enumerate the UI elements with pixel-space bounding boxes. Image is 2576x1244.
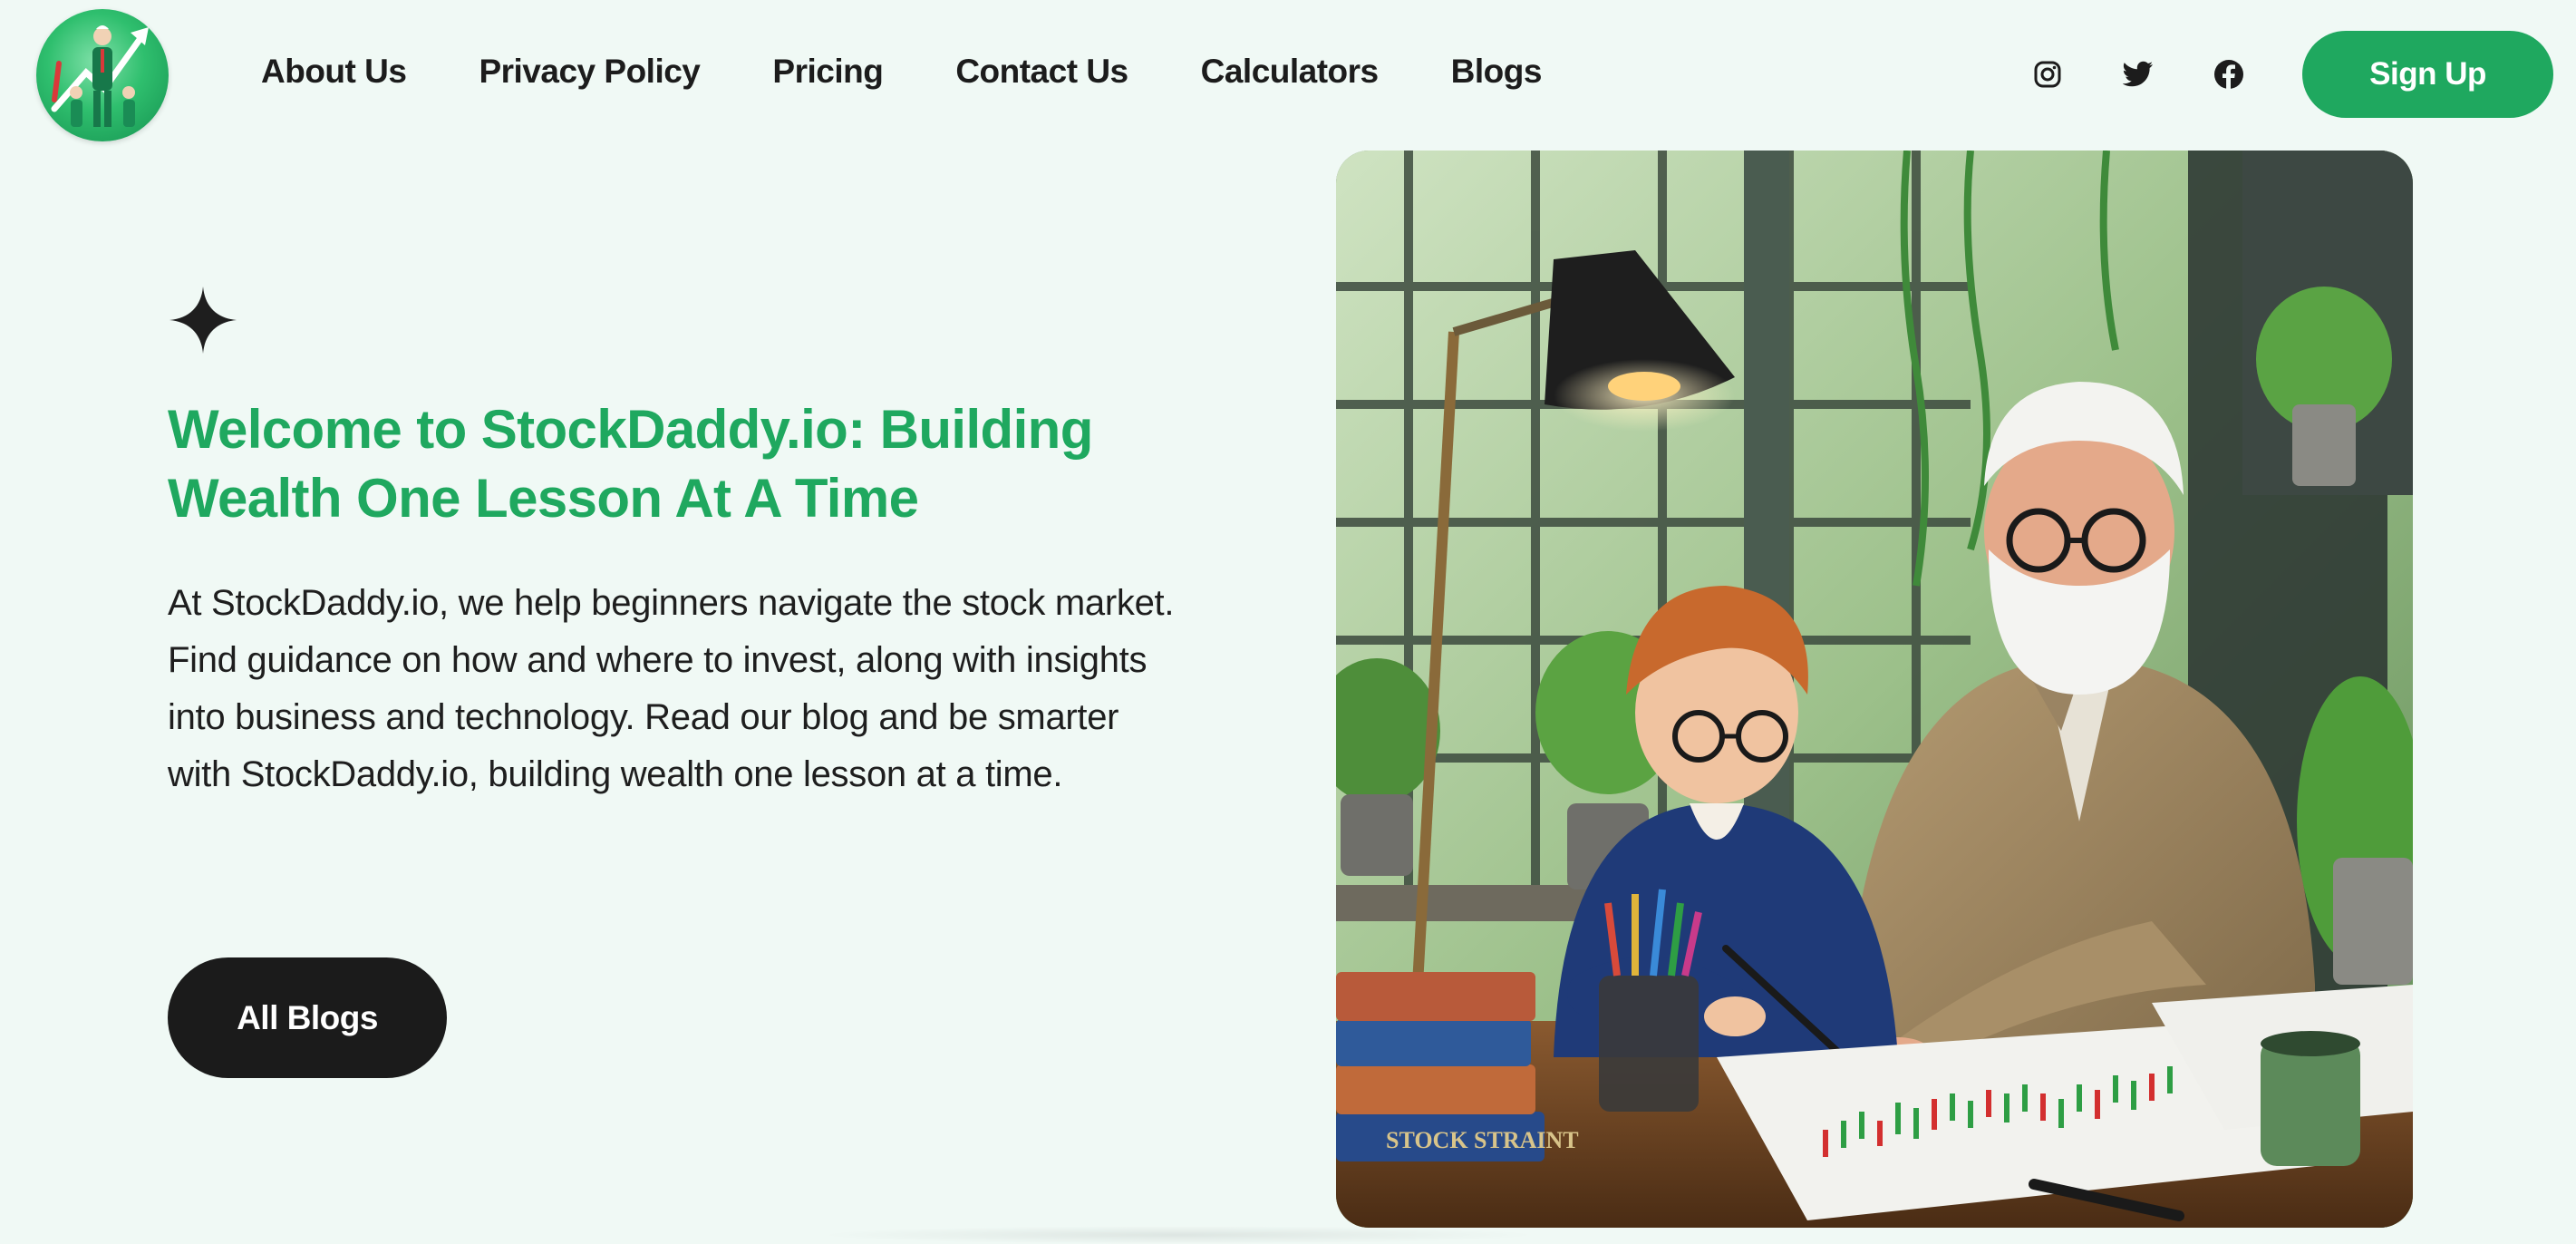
twitter-icon[interactable]: [2120, 56, 2156, 92]
hero-title-line-2: Wealth One Lesson At A Time: [168, 468, 919, 529]
hero-title-line-1: Welcome to StockDaddy.io: Building: [168, 399, 1093, 460]
hero-title: Welcome to StockDaddy.io: Building Wealt…: [168, 395, 1237, 533]
section-shadow: [816, 1226, 1541, 1244]
nav-calculators[interactable]: Calculators: [1201, 53, 1380, 91]
nav-pricing[interactable]: Pricing: [772, 53, 883, 91]
hero-description: At StockDaddy.io, we help beginners navi…: [168, 575, 1264, 803]
all-blogs-button[interactable]: All Blogs: [168, 957, 447, 1078]
nav-about-us[interactable]: About Us: [261, 53, 407, 91]
sign-up-button[interactable]: Sign Up: [2302, 31, 2553, 118]
hero-description-line: Find guidance on how and where to invest…: [168, 640, 1148, 680]
nav-contact-us[interactable]: Contact Us: [955, 53, 1128, 91]
book-spine-text: STOCK STRAINT: [1386, 1127, 1579, 1153]
main-nav: About Us Privacy Policy Pricing Contact …: [261, 53, 1614, 91]
stockdaddy-logo[interactable]: [36, 9, 169, 141]
hero-description-line: into business and technology. Read our b…: [168, 697, 1119, 737]
nav-privacy-policy[interactable]: Privacy Policy: [479, 53, 700, 91]
sparkle-icon: [169, 287, 237, 354]
instagram-icon[interactable]: [2029, 56, 2066, 92]
hero-description-line: At StockDaddy.io, we help beginners navi…: [168, 583, 1175, 623]
page: About Us Privacy Policy Pricing Contact …: [0, 0, 2576, 1244]
nav-blogs[interactable]: Blogs: [1451, 53, 1543, 91]
hero-description-line: with StockDaddy.io, building wealth one …: [168, 754, 1063, 794]
hero-illustration: STOCK STRAINT: [1336, 151, 2413, 1228]
facebook-icon[interactable]: [2211, 56, 2247, 92]
